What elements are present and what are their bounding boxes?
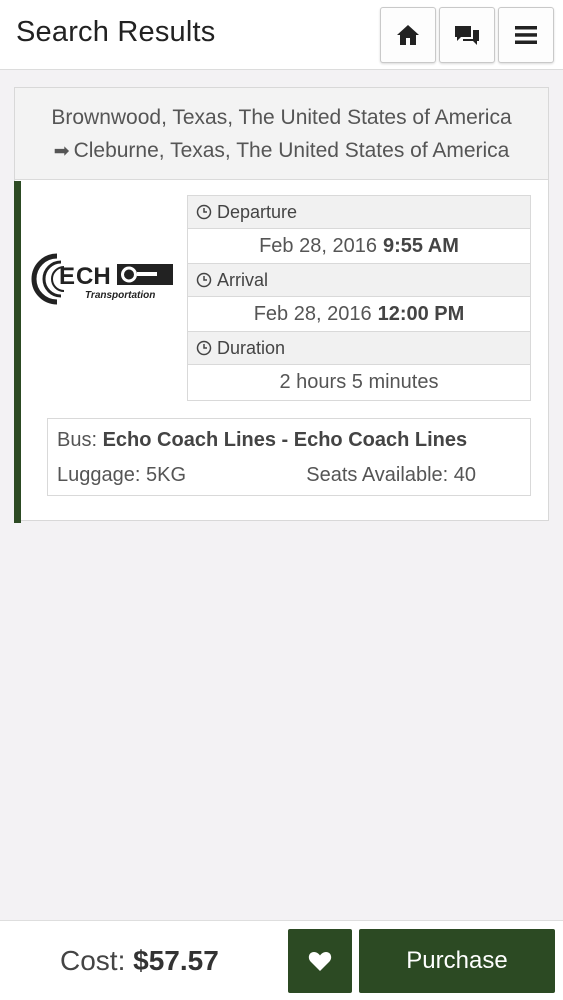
page-title: Search Results [16,16,216,48]
route-destination: Cleburne, Texas, The United States of Am… [73,139,510,162]
route-destination-row: ➡ Cleburne, Texas, The United States of A… [15,139,548,163]
svg-text:E: E [59,263,75,290]
clock-icon [196,272,212,288]
purchase-button[interactable]: Purchase [359,929,555,993]
departure-time: 9:55 AM [382,234,459,257]
bus-line: Bus: Echo Coach Lines - Echo Coach Lines [57,429,467,452]
heart-icon [308,952,332,971]
accent-bar [14,181,21,523]
arrival-value: Feb 28, 2016 12:00 PM [188,297,530,332]
menu-icon [515,26,537,44]
svg-text:CH: CH [76,263,111,290]
operator-logo: E CH Transportation [31,253,173,305]
chat-button[interactable] [439,7,495,63]
purchase-footer: Cost: $57.57 Purchase [0,920,563,1000]
duration-label: Duration [217,337,286,358]
arrival-time: 12:00 PM [377,302,465,325]
favorite-button[interactable] [288,929,352,993]
cost-label: Cost: [60,945,126,976]
route-header: Brownwood, Texas, The United States of A… [15,88,548,180]
app-header: Search Results [0,0,563,70]
seats-available: Seats Available: 40 [306,464,476,486]
arrival-date: Feb 28, 2016 [253,302,372,325]
duration-label-row: Duration [188,332,530,365]
departure-date: Feb 28, 2016 [259,234,377,257]
chat-icon [455,26,479,45]
arrival-label: Arrival [217,269,269,290]
departure-value: Feb 28, 2016 9:55 AM [188,229,530,264]
arrival-label-row: Arrival [188,264,530,297]
bus-label: Bus: [57,429,98,451]
schedule-table: Departure Feb 28, 2016 9:55 AM Arrival F… [187,195,531,401]
departure-label: Departure [217,201,298,222]
arrow-right-icon: ➡ [53,141,70,162]
cost-value: $57.57 [133,945,219,976]
bus-details: Bus: Echo Coach Lines - Echo Coach Lines… [47,418,531,496]
clock-icon [196,340,212,356]
search-result-card[interactable]: Brownwood, Texas, The United States of A… [14,87,549,523]
menu-button[interactable] [498,7,554,63]
luggage-info: Luggage: 5KG [57,464,186,486]
home-icon [397,25,419,45]
cost-display: Cost: $57.57 [60,945,219,977]
departure-label-row: Departure [188,196,530,229]
route-origin: Brownwood, Texas, The United States of A… [51,106,512,129]
home-button[interactable] [380,7,436,63]
svg-text:Transportation: Transportation [85,290,155,301]
clock-icon [196,204,212,220]
bus-name: Echo Coach Lines - Echo Coach Lines [102,429,468,451]
duration-value: 2 hours 5 minutes [279,371,439,393]
